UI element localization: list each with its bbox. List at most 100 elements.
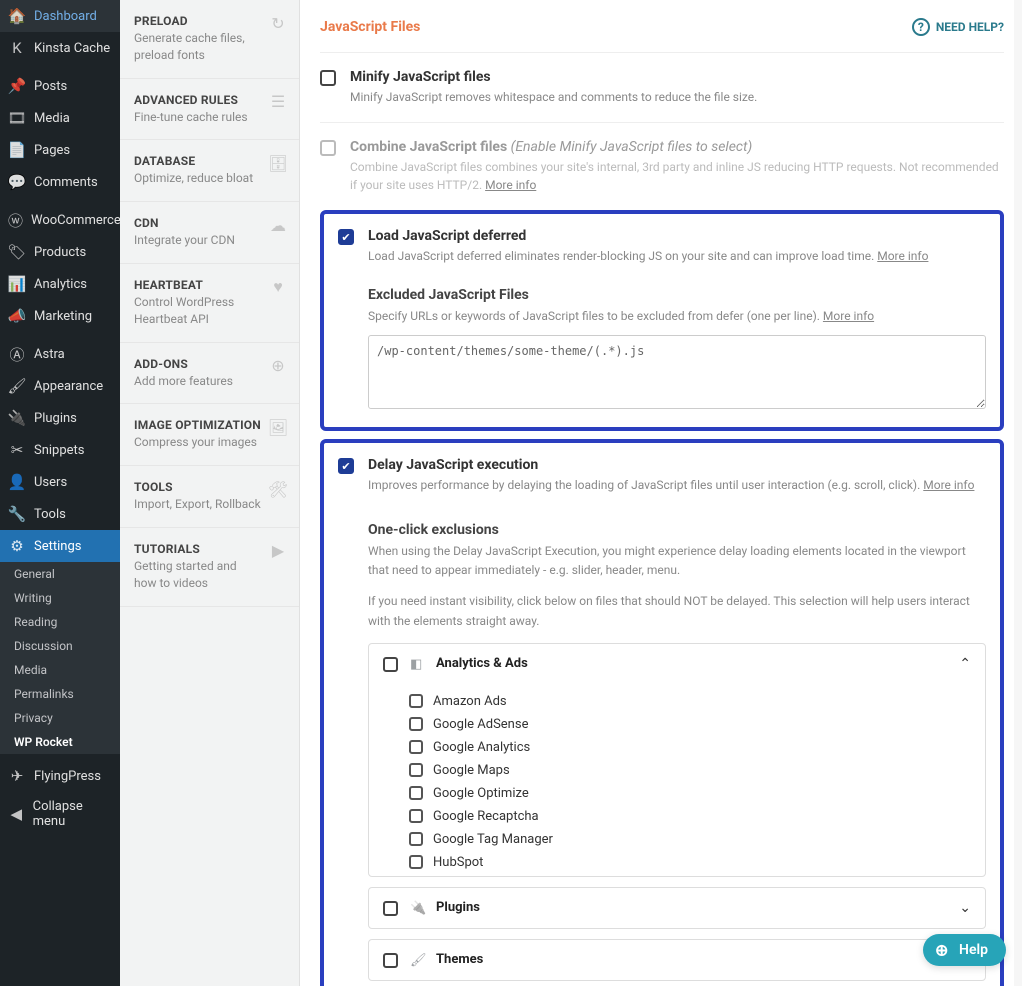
accordion-plugins-head[interactable]: 🔌 Plugins ⌄ [369,888,985,928]
tab-icon: ⊕ [269,357,287,375]
defer-checkbox[interactable]: ✔ [338,229,354,245]
exclusion-google-optimize: Google Optimize [409,782,971,805]
exclusion-google-analytics: Google Analytics [409,736,971,759]
menu-icon: 👤 [8,473,26,491]
delay-desc: Improves performance by delaying the loa… [368,476,986,494]
wp-menu-snippets[interactable]: ✂Snippets [0,434,120,466]
defer-excluded-textarea[interactable] [368,335,986,409]
wp-menu-appearance[interactable]: 🖌Appearance [0,370,120,402]
exclusion-checkbox[interactable] [409,740,423,754]
help-widget-button[interactable]: Help [923,934,1006,966]
help-icon: ? [912,18,930,36]
plug-icon: 🔌 [410,901,424,915]
menu-icon: 🎞 [8,109,26,127]
exclusion-checkbox[interactable] [409,717,423,731]
wp-menu-marketing[interactable]: 📣Marketing [0,300,120,332]
rocket-tab-advanced-rules[interactable]: ADVANCED RULESFine-tune cache rules☰ [120,79,299,141]
menu-icon: Ⓐ [8,345,26,363]
oneclick-title: One-click exclusions [368,522,986,538]
exclusion-checkbox[interactable] [409,763,423,777]
scrollbar-track [1014,0,1022,986]
rocket-tab-cdn[interactable]: CDNIntegrate your CDN☁ [120,202,299,264]
wp-menu-astra[interactable]: ⒶAstra [0,338,120,370]
rocket-tab-preload[interactable]: PRELOADGenerate cache files, preload fon… [120,0,299,79]
wp-menu-settings[interactable]: ⚙Settings [0,530,120,562]
wp-menu-media[interactable]: 🎞Media [0,102,120,134]
minify-checkbox[interactable] [320,70,336,86]
wp-menu-tools[interactable]: 🔧Tools [0,498,120,530]
exclusion-checkbox[interactable] [409,786,423,800]
exclusion-google-maps: Google Maps [409,759,971,782]
rocket-tab-tutorials[interactable]: TUTORIALSGetting started and how to vide… [120,528,299,607]
menu-icon: ◀ [8,805,25,823]
tab-icon: 🛠 [269,480,287,498]
wp-menu-kinsta-cache[interactable]: KKinsta Cache [0,32,120,64]
exclusion-checkbox[interactable] [409,809,423,823]
menu-icon: 🔧 [8,505,26,523]
settings-submenu: GeneralWritingReadingDiscussionMediaPerm… [0,562,120,754]
combine-title: Combine JavaScript files (Enable Minify … [350,139,1004,155]
settings-sub-general[interactable]: General [0,562,120,586]
tab-icon: ☁ [269,216,287,234]
option-defer-js-highlight: ✔ Load JavaScript deferred Load JavaScri… [320,210,1004,431]
wp-menu-collapse-menu[interactable]: ◀Collapse menu [0,792,120,836]
chevron-up-icon: ⌃ [959,656,971,672]
accordion-analytics-head[interactable]: ◧ Analytics & Ads ⌃ [369,644,985,684]
settings-sub-privacy[interactable]: Privacy [0,706,120,730]
wp-menu-flyingpress[interactable]: ✈FlyingPress [0,760,120,792]
analytics-group-checkbox[interactable] [383,657,398,672]
plugins-group-checkbox[interactable] [383,901,398,916]
rocket-tab-image-optimization[interactable]: IMAGE OPTIMIZATIONCompress your images🖼 [120,404,299,466]
need-help-link[interactable]: ? NEED HELP? [912,18,1004,36]
menu-icon: ✂ [8,441,26,459]
menu-icon: 🖌 [8,377,26,395]
oneclick-exclusions: One-click exclusions When using the Dela… [368,522,986,981]
accordion-themes: 🖌 Themes ⌄ [368,939,986,981]
wp-menu-users[interactable]: 👤Users [0,466,120,498]
wp-menu-plugins[interactable]: 🔌Plugins [0,402,120,434]
exclusion-google-adsense: Google AdSense [409,713,971,736]
tab-icon: 🖼 [269,418,287,436]
rocket-tab-tools[interactable]: TOOLSImport, Export, Rollback🛠 [120,466,299,528]
wp-menu-posts[interactable]: 📌Posts [0,70,120,102]
defer-more-info[interactable]: More info [877,249,928,263]
combine-more-info[interactable]: More info [485,178,536,192]
settings-sub-media[interactable]: Media [0,658,120,682]
accordion-themes-head[interactable]: 🖌 Themes ⌄ [369,940,985,980]
settings-sub-reading[interactable]: Reading [0,610,120,634]
wp-menu-products[interactable]: 🏷Products [0,236,120,268]
accordion-analytics-ads: ◧ Analytics & Ads ⌃ Amazon AdsGoogle AdS… [368,643,986,877]
brush-icon: 🖌 [410,953,424,967]
delay-checkbox[interactable]: ✔ [338,458,354,474]
settings-sub-wp-rocket[interactable]: WP Rocket [0,730,120,754]
menu-icon: 🏷 [8,243,26,261]
tab-icon: 🗄 [269,154,287,172]
exclusion-checkbox[interactable] [409,694,423,708]
exclusion-checkbox[interactable] [409,832,423,846]
menu-icon: ⓦ [8,211,23,229]
tab-icon: ▶ [269,542,287,560]
rocket-tab-add-ons[interactable]: ADD-ONSAdd more features⊕ [120,343,299,405]
wp-menu-comments[interactable]: 💬Comments [0,166,120,198]
settings-sub-writing[interactable]: Writing [0,586,120,610]
menu-icon: 🔌 [8,409,26,427]
wp-menu-pages[interactable]: 📄Pages [0,134,120,166]
tab-icon: ♥ [269,278,287,296]
menu-icon: 💬 [8,173,26,191]
defer-excluded-desc: Specify URLs or keywords of JavaScript f… [368,307,986,325]
minify-desc: Minify JavaScript removes whitespace and… [350,88,1004,106]
wp-menu-dashboard[interactable]: 🏠Dashboard [0,0,120,32]
themes-group-checkbox[interactable] [383,953,398,968]
delay-more-info[interactable]: More info [923,478,974,492]
wp-menu-woocommerce[interactable]: ⓦWooCommerce [0,204,120,236]
defer-excluded-more-info[interactable]: More info [823,309,874,323]
menu-icon: K [8,39,26,57]
exclusion-google-recaptcha: Google Recaptcha [409,805,971,828]
settings-sub-discussion[interactable]: Discussion [0,634,120,658]
rocket-tab-heartbeat[interactable]: HEARTBEATControl WordPress Heartbeat API… [120,264,299,343]
exclusion-checkbox[interactable] [409,855,423,869]
rocket-tab-database[interactable]: DATABASEOptimize, reduce bloat🗄 [120,140,299,202]
wp-menu-analytics[interactable]: 📊Analytics [0,268,120,300]
defer-desc: Load JavaScript deferred eliminates rend… [368,247,986,265]
settings-sub-permalinks[interactable]: Permalinks [0,682,120,706]
